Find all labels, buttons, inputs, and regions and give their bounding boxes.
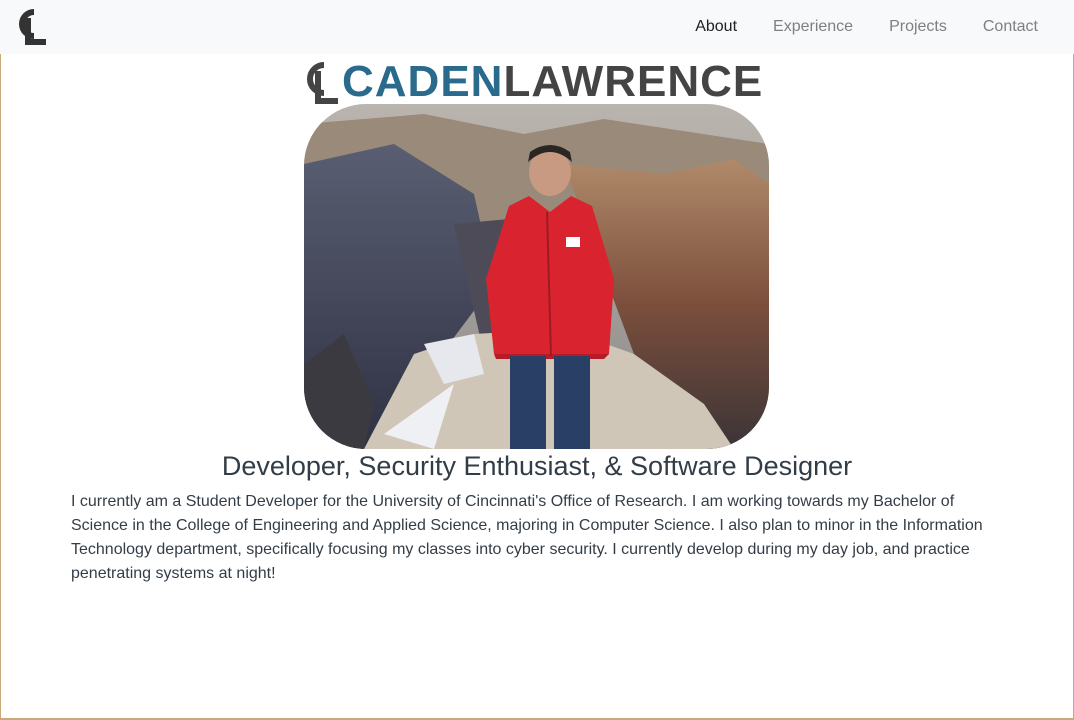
logo-last-name: LAWRENCE [503, 57, 764, 106]
nav-link-about[interactable]: About [695, 18, 737, 36]
bio-paragraph: I currently am a Student Developer for t… [71, 493, 983, 582]
nav-link-contact[interactable]: Contact [983, 18, 1038, 36]
name-logo: CADENLAWRENCE [302, 57, 772, 107]
headline: Developer, Security Enthusiast, & Softwa… [221, 451, 853, 481]
logo-first-name: CADEN [342, 57, 504, 106]
navbar: About Experience Projects Contact [0, 0, 1074, 54]
logo-wordmark: CADENLAWRENCE [342, 57, 763, 107]
monogram-icon [307, 62, 338, 104]
profile-photo-image [304, 104, 769, 449]
nav-link-projects[interactable]: Projects [889, 18, 947, 36]
nav-links: About Experience Projects Contact [677, 0, 1056, 54]
nav-link-experience[interactable]: Experience [773, 18, 853, 36]
profile-photo [304, 104, 769, 449]
brand-logo-icon[interactable] [14, 6, 50, 46]
